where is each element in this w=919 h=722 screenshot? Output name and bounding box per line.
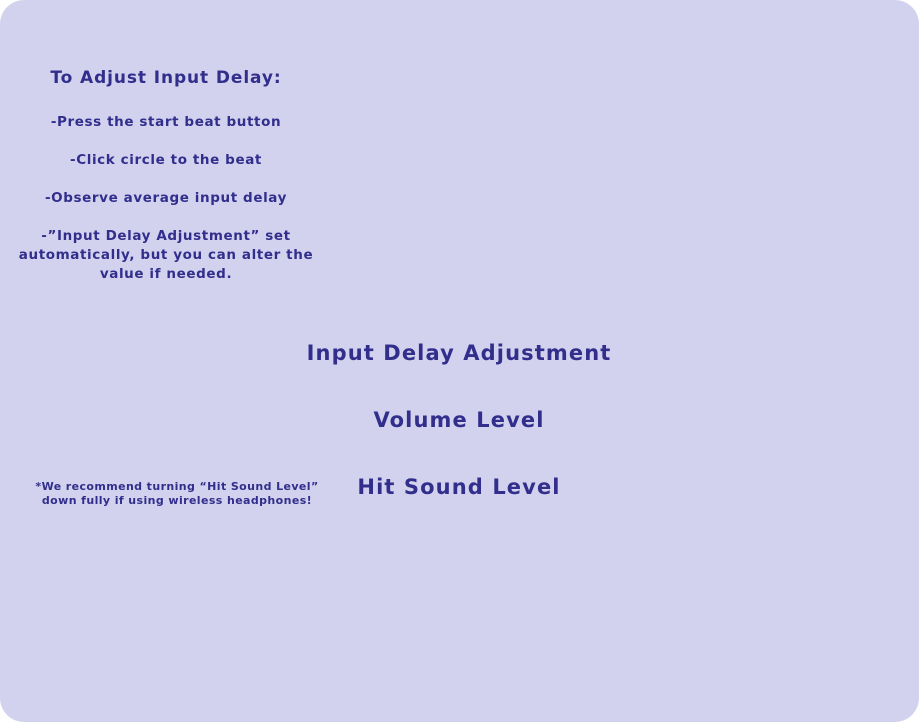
wireless-headphones-note: *We recommend turning “Hit Sound Level” … xyxy=(17,480,337,508)
instruction-step-click-circle: -Click circle to the beat xyxy=(70,152,262,168)
instruction-step-start-beat: -Press the start beat button xyxy=(50,114,282,130)
note-line-2: down fully if using wireless headphones! xyxy=(41,494,313,507)
settings-panel: To Adjust Input Delay: -Press the start … xyxy=(0,0,919,722)
instructions-title: To Adjust Input Delay: xyxy=(50,68,282,88)
volume-level-label: Volume Level xyxy=(373,408,545,432)
instruction-step-auto-set: -”Input Delay Adjustment” set automatica… xyxy=(18,228,314,282)
note-line-1: *We recommend turning “Hit Sound Level” xyxy=(35,480,319,493)
instruction-step-observe-delay: -Observe average input delay xyxy=(44,190,287,206)
input-delay-instructions: To Adjust Input Delay: -Press the start … xyxy=(6,68,326,303)
input-delay-adjustment-label: Input Delay Adjustment xyxy=(306,341,612,365)
